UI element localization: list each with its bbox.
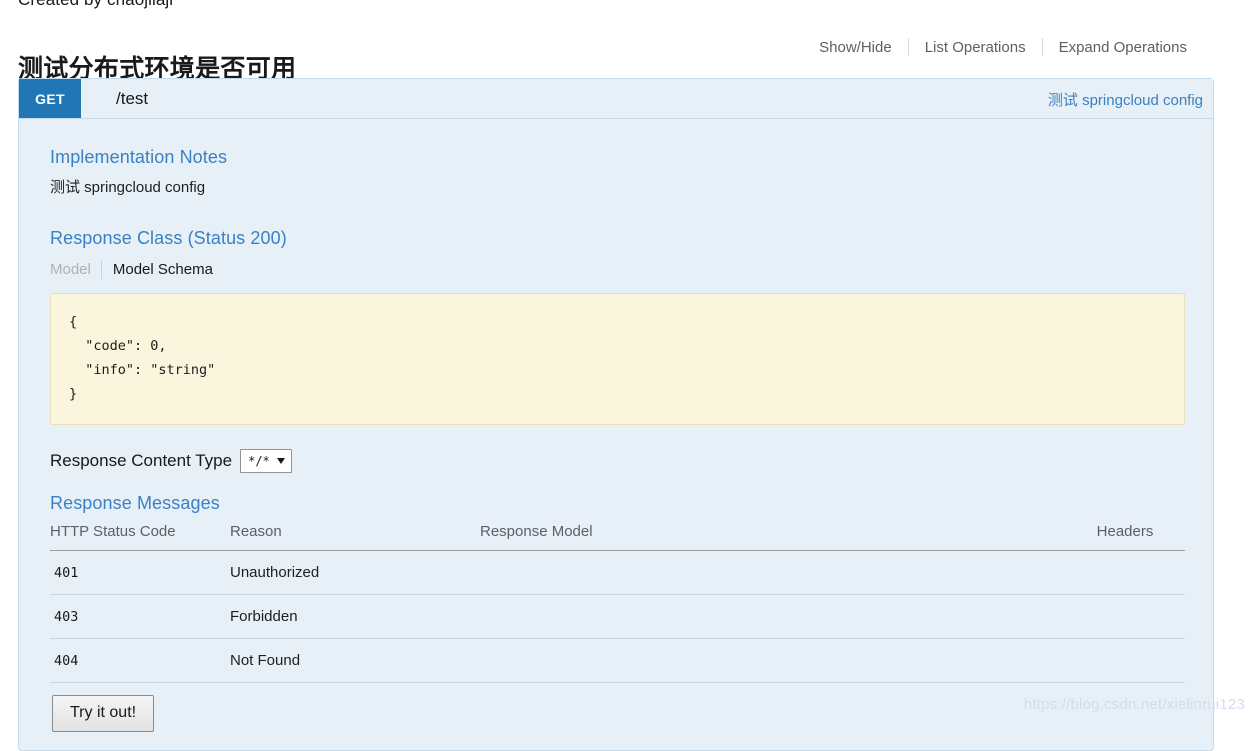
expand-operations-link[interactable]: Expand Operations <box>1043 39 1203 56</box>
table-row: 403 Forbidden <box>50 594 1185 639</box>
response-model-cell <box>480 594 1065 639</box>
response-messages-title: Response Messages <box>50 493 220 513</box>
operation-panel: GET /test 测试 springcloud config Implemen… <box>18 78 1214 751</box>
response-class-title: Response Class (Status 200) <box>50 228 287 248</box>
column-header-status-code: HTTP Status Code <box>50 523 230 551</box>
implementation-notes-title: Implementation Notes <box>50 147 228 167</box>
try-it-out-button[interactable]: Try it out! <box>52 695 155 732</box>
operation-summary-link[interactable]: 测试 springcloud config <box>1048 89 1203 110</box>
headers-cell <box>1065 638 1185 683</box>
response-content-type-value: */* <box>248 454 270 468</box>
reason-cell: Unauthorized <box>230 550 480 595</box>
model-tabs: Model Model Schema <box>50 258 1183 280</box>
http-method-badge: GET <box>19 79 81 118</box>
show-hide-link[interactable]: Show/Hide <box>803 39 908 56</box>
response-messages-table: HTTP Status Code Reason Response Model H… <box>50 523 1185 683</box>
response-model-cell <box>480 550 1065 595</box>
column-header-response-model: Response Model <box>480 523 1065 551</box>
chevron-down-icon <box>276 458 285 464</box>
reason-cell: Forbidden <box>230 594 480 639</box>
headers-cell <box>1065 594 1185 639</box>
table-row: 404 Not Found <box>50 638 1185 683</box>
resource-options: Show/Hide List Operations Expand Operati… <box>803 38 1203 56</box>
response-content-type-select[interactable]: */* <box>240 449 292 473</box>
list-operations-link[interactable]: List Operations <box>909 39 1042 56</box>
headers-cell <box>1065 550 1185 595</box>
column-header-headers: Headers <box>1065 523 1185 551</box>
model-schema-code[interactable]: { "code": 0, "info": "string" } <box>69 310 1166 406</box>
table-row: 401 Unauthorized <box>50 550 1185 595</box>
implementation-notes-text: 测试 springcloud config <box>50 179 206 196</box>
reason-cell: Not Found <box>230 638 480 683</box>
model-schema-box: { "code": 0, "info": "string" } <box>50 293 1185 425</box>
table-header-row: HTTP Status Code Reason Response Model H… <box>50 523 1185 551</box>
operation-header-bar[interactable]: GET /test 测试 springcloud config <box>19 79 1213 119</box>
operation-content: Implementation Notes 测试 springcloud conf… <box>19 119 1213 750</box>
response-content-type-label: Response Content Type <box>50 451 233 470</box>
response-model-cell <box>480 638 1065 683</box>
tab-model[interactable]: Model <box>50 261 101 278</box>
tab-model-schema[interactable]: Model Schema <box>102 261 213 278</box>
resource-header: 测试分布式环境是否可用 Show/Hide List Operations Ex… <box>0 28 1253 83</box>
operation-path: /test <box>116 88 149 108</box>
response-content-type-row: Response Content Type */* <box>50 449 1183 473</box>
created-by-text: Created by chaojilaji <box>18 0 173 10</box>
status-code-cell: 401 <box>50 550 230 595</box>
status-code-cell: 404 <box>50 638 230 683</box>
column-header-reason: Reason <box>230 523 480 551</box>
status-code-cell: 403 <box>50 594 230 639</box>
